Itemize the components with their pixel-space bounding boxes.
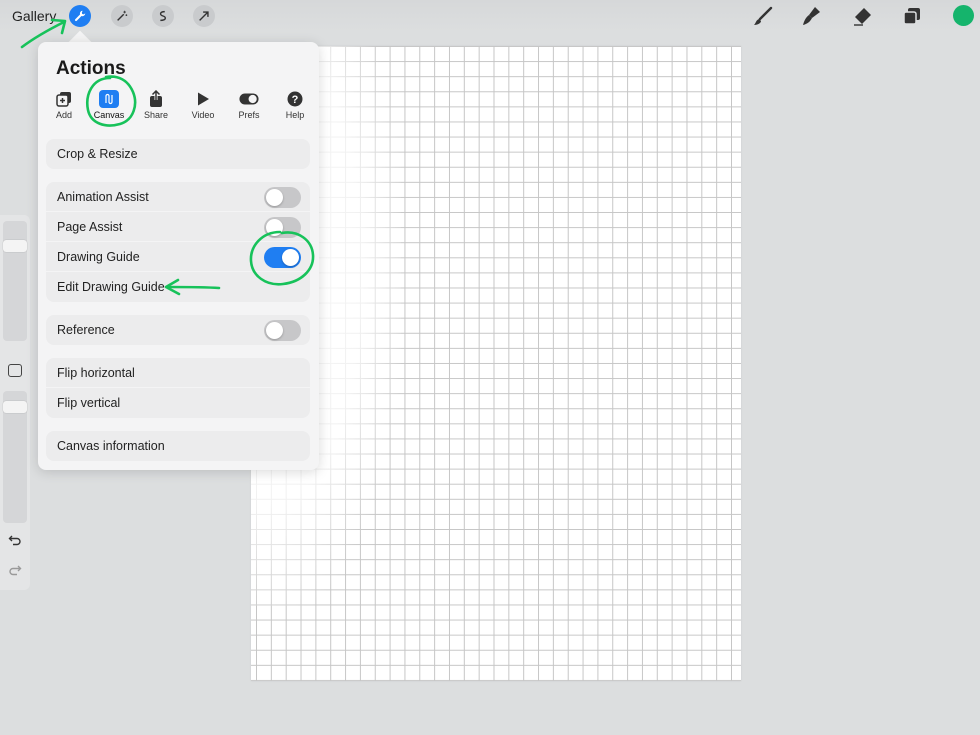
gallery-button[interactable]: Gallery <box>12 8 56 24</box>
transform-arrow-icon[interactable] <box>193 5 215 27</box>
reference-group: Reference <box>46 315 310 345</box>
share-icon <box>146 90 166 108</box>
canvas-information-item[interactable]: Canvas information <box>46 431 310 461</box>
tab-label: Add <box>55 110 72 120</box>
actions-tabs: Add Canvas Share Video Prefs ? Help <box>46 90 314 124</box>
popover-title: Actions <box>56 58 126 79</box>
brush-size-thumb[interactable] <box>3 240 27 252</box>
tab-video[interactable]: Video <box>183 90 223 120</box>
opacity-thumb[interactable] <box>3 401 27 413</box>
page-assist-label: Page Assist <box>57 219 123 234</box>
tab-help[interactable]: ? Help <box>275 90 315 120</box>
reference-label: Reference <box>57 323 115 337</box>
tab-add[interactable]: Add <box>44 90 84 120</box>
svg-text:?: ? <box>292 94 299 106</box>
crop-resize-item[interactable]: Crop & Resize <box>46 139 310 169</box>
flip-group: Flip horizontal Flip vertical <box>46 358 310 418</box>
tab-share[interactable]: Share <box>136 90 176 120</box>
tab-prefs[interactable]: Prefs <box>229 90 269 120</box>
assist-group: Animation Assist Page Assist Drawing Gui… <box>46 182 310 302</box>
help-icon: ? <box>285 90 305 108</box>
wrench-icon[interactable] <box>69 5 91 27</box>
undo-icon[interactable] <box>8 533 22 547</box>
smudge-icon[interactable] <box>800 5 822 27</box>
tab-label: Canvas <box>93 110 125 120</box>
page-assist-toggle[interactable] <box>264 217 301 238</box>
tab-label: Prefs <box>238 110 260 120</box>
redo-icon[interactable] <box>8 563 22 577</box>
top-toolbar: Gallery <box>0 0 980 32</box>
modify-button[interactable] <box>8 364 22 377</box>
tab-label: Help <box>285 110 305 120</box>
brush-icon[interactable] <box>752 5 774 27</box>
layers-icon[interactable] <box>901 5 923 27</box>
page-assist-row[interactable]: Page Assist <box>46 212 310 242</box>
drawing-guide-row[interactable]: Drawing Guide <box>46 242 310 272</box>
drawing-guide-label: Drawing Guide <box>57 249 140 264</box>
magic-wand-icon[interactable] <box>111 5 133 27</box>
prefs-icon <box>239 90 259 108</box>
reference-toggle[interactable] <box>264 320 301 341</box>
brush-size-slider[interactable] <box>3 221 27 341</box>
flip-vertical-item[interactable]: Flip vertical <box>46 388 310 418</box>
tab-label: Video <box>191 110 215 120</box>
reference-row[interactable]: Reference <box>46 315 310 345</box>
tab-label: Share <box>143 110 169 120</box>
animation-assist-toggle[interactable] <box>264 187 301 208</box>
animation-assist-label: Animation Assist <box>57 189 149 204</box>
color-picker-button[interactable] <box>953 5 974 26</box>
add-icon <box>54 90 74 108</box>
crop-group: Crop & Resize <box>46 139 310 169</box>
canvas-icon <box>99 90 119 108</box>
animation-assist-row[interactable]: Animation Assist <box>46 182 310 212</box>
edit-drawing-guide-item[interactable]: Edit Drawing Guide <box>46 272 310 302</box>
video-icon <box>193 90 213 108</box>
flip-horizontal-item[interactable]: Flip horizontal <box>46 358 310 388</box>
tab-canvas[interactable]: Canvas <box>89 90 129 120</box>
eraser-icon[interactable] <box>851 5 873 27</box>
left-sidebar <box>0 215 30 590</box>
info-group: Canvas information <box>46 431 310 461</box>
drawing-guide-toggle[interactable] <box>264 247 301 268</box>
selection-icon[interactable] <box>152 5 174 27</box>
actions-popover: Actions Add Canvas Share Video Prefs ? H… <box>38 42 319 470</box>
